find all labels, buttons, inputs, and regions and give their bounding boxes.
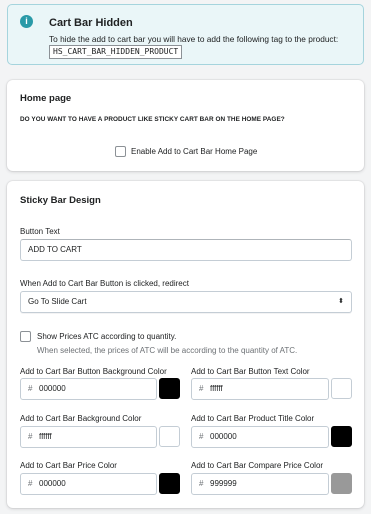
hash-prefix: # bbox=[199, 384, 204, 393]
bar-bg-color-swatch[interactable] bbox=[159, 426, 180, 447]
home-page-question: DO YOU WANT TO HAVE A PRODUCT LIKE STICK… bbox=[20, 116, 285, 123]
button-text-label: Button Text bbox=[20, 227, 60, 236]
sticky-bar-design-card: Sticky Bar Design Button Text ADD TO CAR… bbox=[7, 181, 364, 508]
select-arrows-icon: ⬍ bbox=[338, 298, 344, 305]
button-text-color-label: Add to Cart Bar Button Text Color bbox=[191, 367, 310, 376]
button-text-input[interactable]: ADD TO CART bbox=[20, 239, 352, 261]
price-color-label: Add to Cart Bar Price Color bbox=[20, 461, 117, 470]
redirect-select[interactable]: Go To Slide Cart ⬍ bbox=[20, 291, 352, 313]
banner-tag-code: HS_CART_BAR_HIDDEN_PRODUCT bbox=[49, 45, 183, 59]
bar-bg-color-input[interactable]: # ffffff bbox=[20, 426, 157, 448]
product-title-color-swatch[interactable] bbox=[331, 426, 352, 447]
price-color-input[interactable]: # 000000 bbox=[20, 473, 157, 495]
color-value: 000000 bbox=[39, 384, 66, 393]
compare-price-color-label: Add to Cart Bar Compare Price Color bbox=[191, 461, 324, 470]
hash-prefix: # bbox=[28, 432, 33, 441]
home-page-card: Home page DO YOU WANT TO HAVE A PRODUCT … bbox=[7, 80, 364, 171]
product-title-color-input[interactable]: # 000000 bbox=[191, 426, 329, 448]
product-title-color-label: Add to Cart Bar Product Title Color bbox=[191, 414, 315, 423]
button-text-color-input[interactable]: # ffffff bbox=[191, 378, 329, 400]
price-color-swatch[interactable] bbox=[159, 473, 180, 494]
show-prices-label[interactable]: Show Prices ATC according to quantity. bbox=[37, 332, 176, 341]
redirect-label: When Add to Cart Bar Button is clicked, … bbox=[20, 279, 189, 288]
compare-price-color-input[interactable]: # 999999 bbox=[191, 473, 329, 495]
cart-bar-hidden-banner: i Cart Bar Hidden To hide the add to car… bbox=[7, 4, 364, 65]
banner-text: To hide the add to cart bar you will hav… bbox=[49, 34, 339, 44]
color-value: 000000 bbox=[210, 432, 237, 441]
info-icon: i bbox=[20, 15, 33, 28]
redirect-select-value: Go To Slide Cart bbox=[28, 297, 87, 306]
hash-prefix: # bbox=[28, 479, 33, 488]
banner-title: Cart Bar Hidden bbox=[49, 17, 133, 29]
show-prices-checkbox[interactable] bbox=[20, 331, 31, 342]
enable-home-page-checkbox[interactable] bbox=[115, 146, 126, 157]
button-text-color-swatch[interactable] bbox=[331, 378, 352, 399]
sticky-bar-design-title: Sticky Bar Design bbox=[20, 195, 101, 206]
color-value: 000000 bbox=[39, 479, 66, 488]
button-bg-color-swatch[interactable] bbox=[159, 378, 180, 399]
color-value: ffffff bbox=[210, 384, 223, 393]
home-page-title: Home page bbox=[20, 93, 72, 104]
button-bg-color-input[interactable]: # 000000 bbox=[20, 378, 157, 400]
show-prices-hint: When selected, the prices of ATC will be… bbox=[37, 346, 298, 355]
color-value: ffffff bbox=[39, 432, 52, 441]
bar-bg-color-label: Add to Cart Bar Background Color bbox=[20, 414, 142, 423]
color-value: 999999 bbox=[210, 479, 237, 488]
hash-prefix: # bbox=[199, 479, 204, 488]
hash-prefix: # bbox=[28, 384, 33, 393]
compare-price-color-swatch[interactable] bbox=[331, 473, 352, 494]
button-bg-color-label: Add to Cart Bar Button Background Color bbox=[20, 367, 167, 376]
hash-prefix: # bbox=[199, 432, 204, 441]
enable-home-page-label[interactable]: Enable Add to Cart Bar Home Page bbox=[131, 147, 257, 156]
